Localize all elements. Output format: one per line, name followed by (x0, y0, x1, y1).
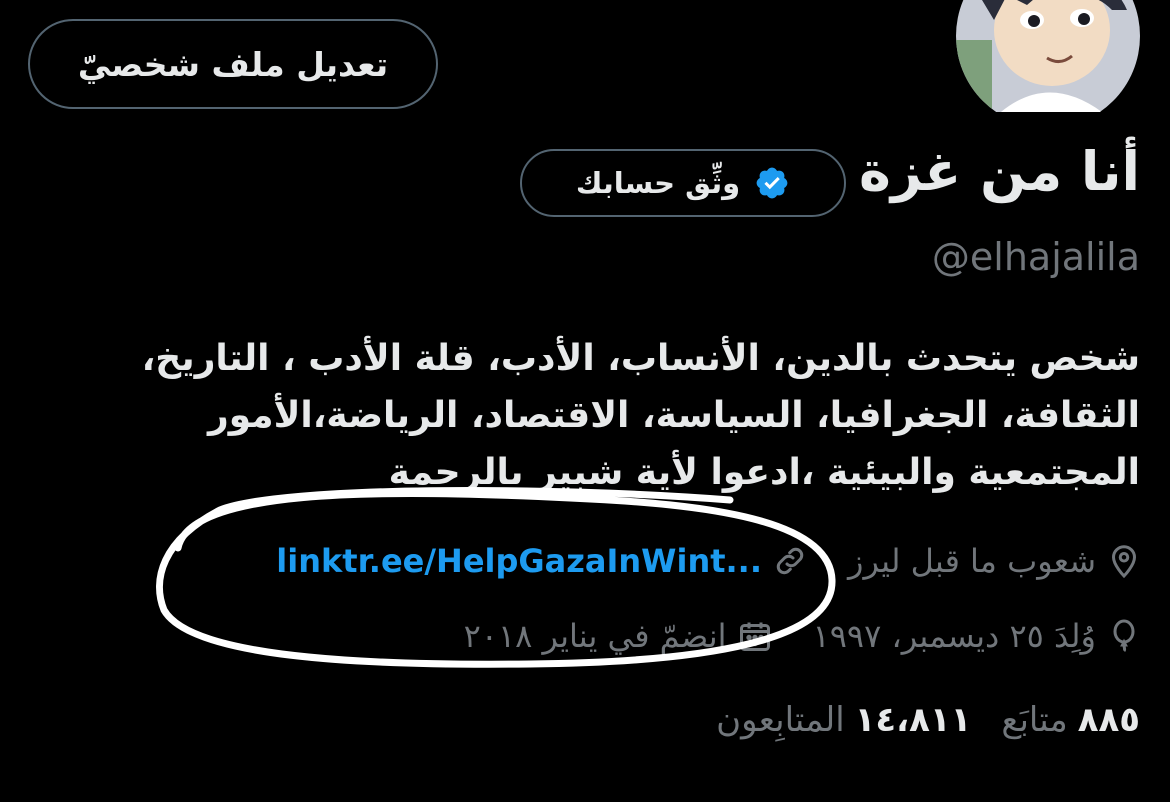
followers-count-link[interactable]: ١٤،٨١١ المتابِعون (716, 700, 971, 740)
bio-line: شخص يتحدث بالدين، الأنساب، الأدب، قلة ال… (141, 338, 1140, 379)
verify-account-label: وثِّق حسابك (575, 166, 741, 200)
followers-count: ١٤،٨١١ (854, 700, 972, 740)
edit-profile-button[interactable]: تعديل ملف شخصيّ (28, 19, 438, 109)
edit-profile-label: تعديل ملف شخصيّ (77, 44, 389, 84)
location-pin-icon (1106, 543, 1142, 579)
user-handle: @elhajalila (931, 235, 1140, 279)
verified-badge-icon (754, 165, 790, 201)
verify-account-button[interactable]: وثِّق حسابك (520, 149, 846, 217)
hand-drawn-circle-annotation (156, 487, 836, 668)
birthday: وُلِدَ ٢٥ ديسمبر، ١٩٩٧ (813, 617, 1142, 655)
following-count-link[interactable]: ٨٨٥ متابَع (1001, 700, 1140, 740)
birthday-text: وُلِدَ ٢٥ ديسمبر، ١٩٩٧ (812, 617, 1096, 655)
bio-line: الثقافة، الجغرافيا، السياسة، الاقتصاد، ا… (208, 395, 1140, 436)
follow-counts: ٨٨٥ متابَع ١٤،٨١١ المتابِعون (716, 700, 1140, 740)
following-label: متابَع (1001, 700, 1068, 740)
avatar[interactable] (952, 0, 1144, 112)
following-count: ٨٨٥ (1077, 700, 1140, 740)
balloon-icon (1106, 618, 1142, 654)
display-name: أنا من غزة (858, 140, 1140, 203)
location-text: شعوب ما قبل ليرز (847, 542, 1096, 580)
location: شعوب ما قبل ليرز (848, 542, 1142, 580)
bio: شخص يتحدث بالدين، الأنساب، الأدب، قلة ال… (80, 330, 1140, 501)
followers-label: المتابِعون (716, 700, 845, 740)
